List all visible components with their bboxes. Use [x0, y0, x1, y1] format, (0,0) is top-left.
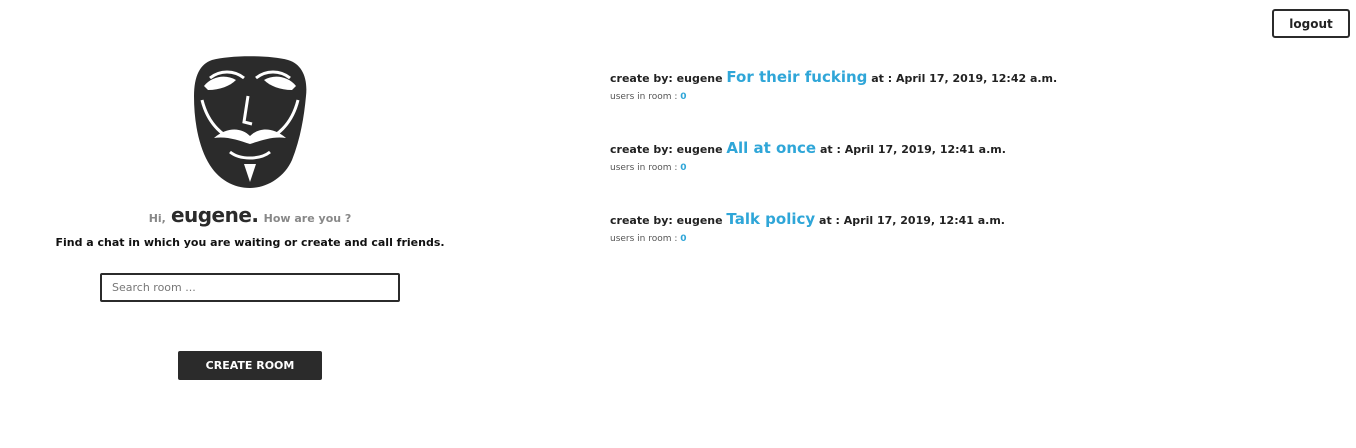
room-users-count: 0	[680, 234, 687, 244]
room-header: create by: eugene For their fucking at :…	[610, 66, 1310, 90]
username: eugene.	[170, 203, 259, 227]
profile-panel: Hi, eugene. How are you ? Find a chat in…	[0, 0, 500, 448]
guy-fawkes-mask-icon	[194, 56, 307, 188]
chat-lobby-page: logout Hi, eugene. How are you ? Find a …	[0, 0, 1356, 448]
lobby-subtitle: Find a chat in which you are waiting or …	[55, 236, 445, 249]
room-users-label: users in room :	[610, 163, 678, 173]
room-users: users in room : 0	[610, 90, 1310, 104]
room-users-label: users in room :	[610, 92, 678, 102]
room-created-at: at : April 17, 2019, 12:42 a.m.	[871, 72, 1058, 85]
room-title-link[interactable]: All at once	[726, 139, 816, 157]
room-created-at: at : April 17, 2019, 12:41 a.m.	[819, 214, 1005, 227]
room-creator: create by: eugene	[610, 214, 723, 227]
room-item: create by: eugene For their fucking at :…	[610, 66, 1310, 137]
room-users-count: 0	[680, 92, 687, 102]
room-users: users in room : 0	[610, 161, 1310, 175]
room-users: users in room : 0	[610, 232, 1310, 246]
create-room-button[interactable]: CREATE ROOM	[178, 351, 322, 380]
room-header: create by: eugene Talk policy at : April…	[610, 208, 1310, 232]
room-title-link[interactable]: For their fucking	[726, 68, 867, 86]
greeting-question: How are you ?	[263, 212, 352, 225]
greeting-hi: Hi,	[148, 212, 166, 225]
room-creator: create by: eugene	[610, 72, 723, 85]
room-list: create by: eugene For their fucking at :…	[610, 66, 1310, 279]
room-users-label: users in room :	[610, 234, 678, 244]
room-title-link[interactable]: Talk policy	[726, 210, 815, 228]
greeting: Hi, eugene. How are you ?	[0, 203, 500, 227]
room-header: create by: eugene All at once at : April…	[610, 137, 1310, 161]
room-creator: create by: eugene	[610, 143, 723, 156]
room-item: create by: eugene Talk policy at : April…	[610, 208, 1310, 279]
logout-button[interactable]: logout	[1272, 9, 1350, 38]
room-users-count: 0	[680, 163, 687, 173]
room-created-at: at : April 17, 2019, 12:41 a.m.	[819, 143, 1006, 156]
search-room-input[interactable]	[100, 273, 400, 302]
room-item: create by: eugene All at once at : April…	[610, 137, 1310, 208]
